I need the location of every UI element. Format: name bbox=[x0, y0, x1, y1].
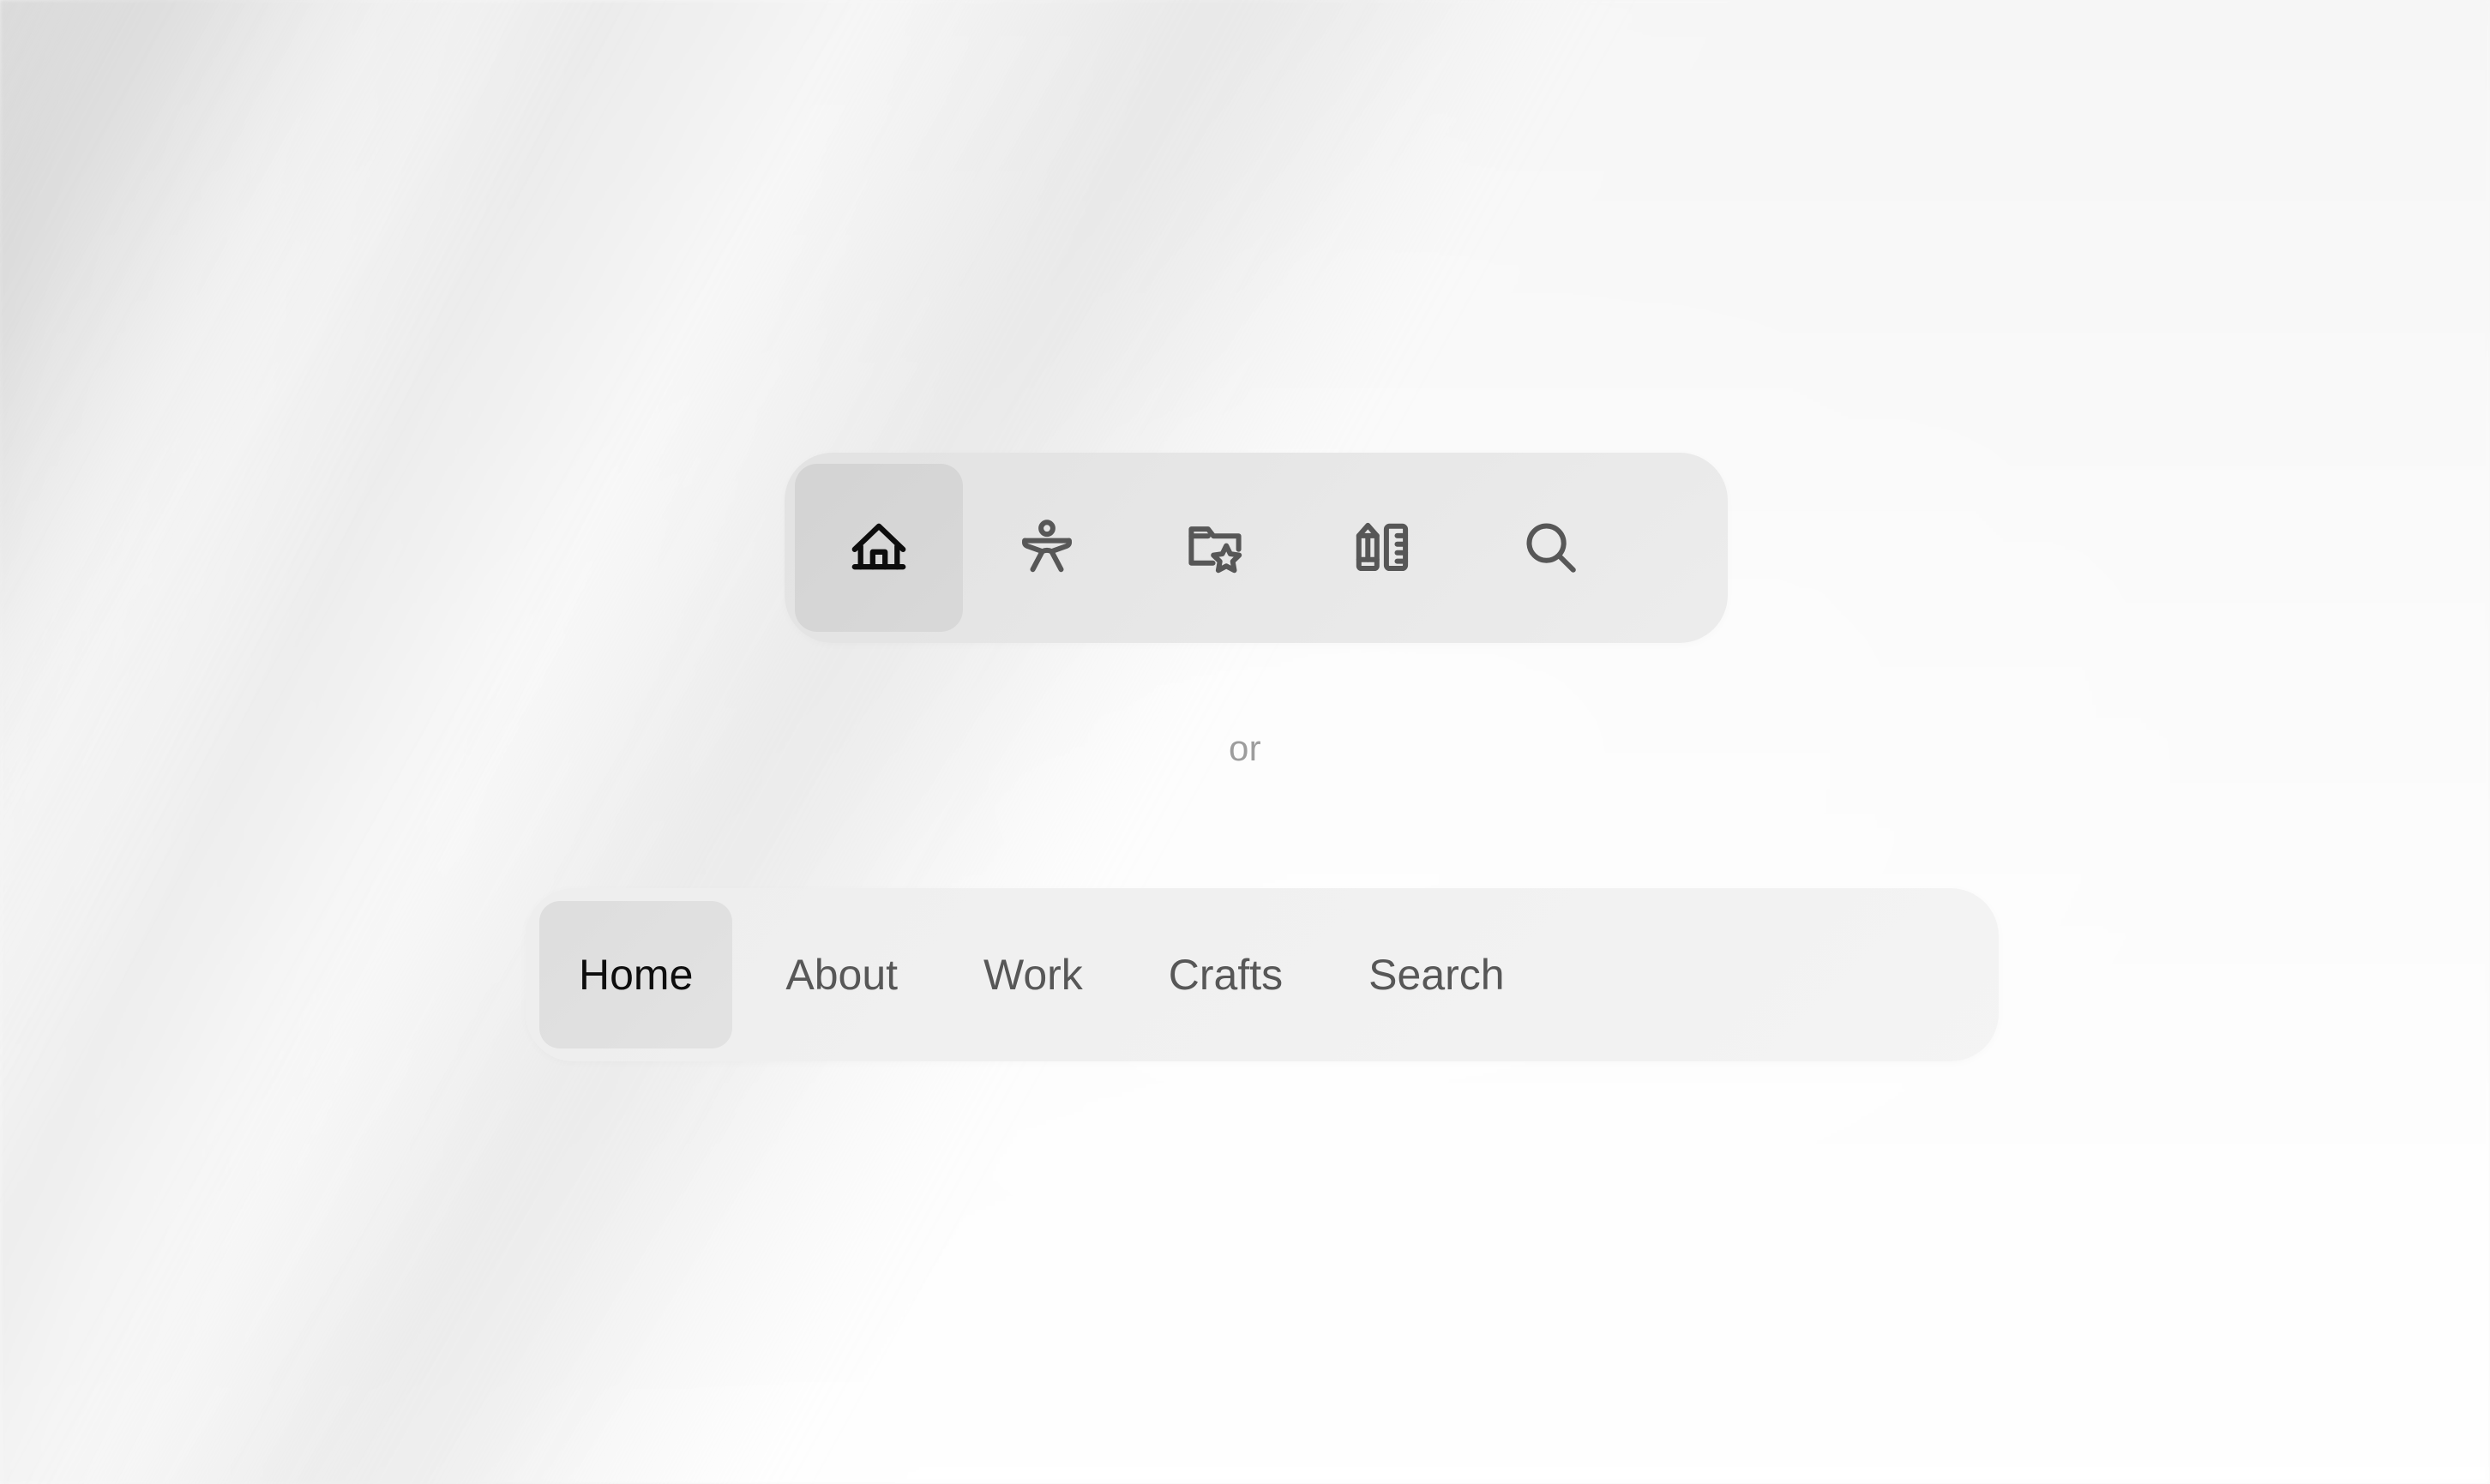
icon-nav-item-home[interactable] bbox=[795, 464, 963, 632]
icon-nav-item-about[interactable] bbox=[963, 464, 1131, 632]
nav-item-home[interactable]: Home bbox=[539, 901, 733, 1048]
nav-item-about[interactable]: About bbox=[753, 901, 930, 1048]
person-icon bbox=[1016, 517, 1078, 579]
or-separator: or bbox=[1229, 728, 1261, 768]
icon-nav-item-search[interactable] bbox=[1467, 464, 1635, 632]
page-stage: or Home About Work Crafts Search bbox=[0, 0, 2490, 1484]
home-icon bbox=[848, 517, 910, 579]
pencil-ruler-icon bbox=[1352, 517, 1414, 579]
search-icon bbox=[1520, 517, 1582, 579]
icon-nav-item-crafts[interactable] bbox=[1299, 464, 1467, 632]
icon-navigation-bar bbox=[785, 453, 1728, 643]
text-navigation-bar: Home About Work Crafts Search bbox=[526, 888, 1999, 1061]
folder-star-icon bbox=[1184, 517, 1246, 579]
nav-item-search[interactable]: Search bbox=[1336, 901, 1537, 1048]
icon-nav-item-work[interactable] bbox=[1131, 464, 1299, 632]
nav-item-crafts[interactable]: Crafts bbox=[1136, 901, 1315, 1048]
nav-item-work[interactable]: Work bbox=[951, 901, 1116, 1048]
